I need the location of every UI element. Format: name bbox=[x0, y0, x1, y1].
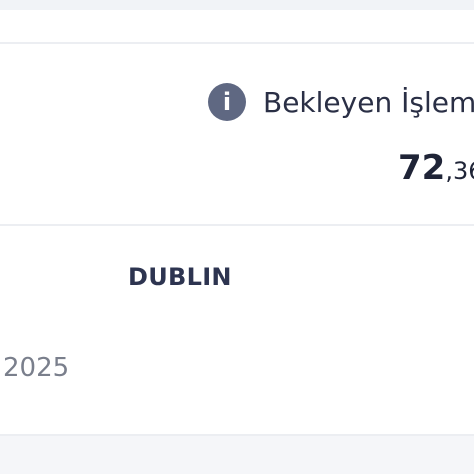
amount-integer: 72 bbox=[398, 148, 446, 188]
city-label: DUBLIN bbox=[128, 263, 232, 291]
pending-transactions-label: Bekleyen İşlem bbox=[263, 86, 474, 119]
info-icon-glyph: i bbox=[222, 88, 232, 116]
pending-amount: 72,36 bbox=[398, 148, 474, 194]
divider-middle bbox=[0, 224, 474, 226]
year-label: 2025 bbox=[3, 353, 70, 383]
top-strip bbox=[0, 0, 474, 10]
page: i Bekleyen İşlem 72,36 DUBLIN 2025 bbox=[0, 0, 474, 474]
amount-decimal: ,36 bbox=[445, 157, 474, 185]
bottom-band bbox=[0, 436, 474, 474]
info-icon[interactable]: i bbox=[208, 83, 246, 121]
divider-top bbox=[0, 42, 474, 44]
